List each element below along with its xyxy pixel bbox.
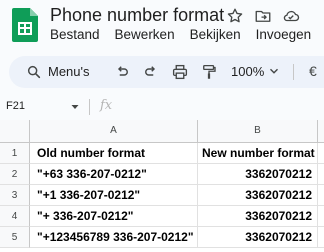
move-to-folder-icon[interactable] (254, 7, 272, 25)
redo-icon[interactable] (142, 63, 160, 81)
name-box-dropdown-icon[interactable] (70, 102, 80, 112)
cell-a5[interactable]: "+123456789 336-207-0212" (30, 227, 198, 248)
row-header-1[interactable]: 1 (0, 143, 30, 164)
paint-format-icon[interactable] (200, 63, 218, 81)
menu-bekijken[interactable]: Bekijken (190, 27, 241, 42)
name-box[interactable]: F21 (6, 100, 25, 112)
undo-icon[interactable] (113, 63, 131, 81)
row-header-4[interactable]: 4 (0, 206, 30, 227)
toolbar: Menu's 100% € (9, 56, 324, 88)
star-icon[interactable] (226, 7, 244, 25)
cell-c5[interactable] (318, 227, 324, 248)
fx-icon: fx (100, 98, 113, 113)
cell-b2[interactable]: 3362070212 (198, 164, 318, 185)
cell-a4[interactable]: "+ 336-207-0212" (30, 206, 198, 227)
print-icon[interactable] (171, 63, 189, 81)
column-header-a[interactable]: A (30, 120, 198, 143)
search-icon (27, 65, 41, 79)
formula-bar-divider (89, 99, 90, 115)
row-header-5[interactable]: 5 (0, 227, 30, 248)
cell-a2[interactable]: "+63 336-207-0212" (30, 164, 198, 185)
menu-search-button[interactable]: Menu's (9, 56, 105, 88)
zoom-dropdown-icon[interactable] (267, 64, 281, 78)
cell-c4[interactable] (318, 206, 324, 227)
menu-bewerken[interactable]: Bewerken (115, 27, 175, 42)
cell-b3[interactable]: 3362070212 (198, 185, 318, 206)
cell-b4[interactable]: 3362070212 (198, 206, 318, 227)
cell-a3[interactable]: "+1 336-207-0212" (30, 185, 198, 206)
cloud-status-icon[interactable] (282, 7, 300, 25)
cell-c3[interactable] (318, 185, 324, 206)
formula-bar: F21 fx (0, 94, 324, 120)
menu-invoegen[interactable]: Invoegen (256, 27, 312, 42)
cell-c2[interactable] (318, 164, 324, 185)
select-all-corner[interactable] (0, 120, 30, 143)
cell-a1[interactable]: Old number format (30, 143, 198, 164)
cell-b1[interactable]: New number format (198, 143, 318, 164)
row-header-3[interactable]: 3 (0, 185, 30, 206)
cell-c1[interactable] (318, 143, 324, 164)
currency-icon[interactable]: € (309, 63, 317, 79)
column-header-b[interactable]: B (198, 120, 318, 143)
title-bar: Phone number format Bestand Bewerken Bek… (0, 0, 324, 50)
cell-b5[interactable]: 3362070212 (198, 227, 318, 248)
menu-bestand[interactable]: Bestand (50, 27, 100, 42)
row-header-2[interactable]: 2 (0, 164, 30, 185)
sheets-logo-icon[interactable] (12, 8, 38, 42)
toolbar-divider (293, 64, 294, 80)
zoom-level[interactable]: 100% (231, 64, 264, 79)
menu-bar: Bestand Bewerken Bekijken Invoegen O (50, 27, 324, 42)
spreadsheet-grid: A B 1 Old number format New number forma… (0, 120, 324, 252)
document-title[interactable]: Phone number format (50, 5, 224, 26)
column-header-c[interactable] (318, 120, 324, 143)
menu-search-label: Menu's (48, 64, 90, 79)
